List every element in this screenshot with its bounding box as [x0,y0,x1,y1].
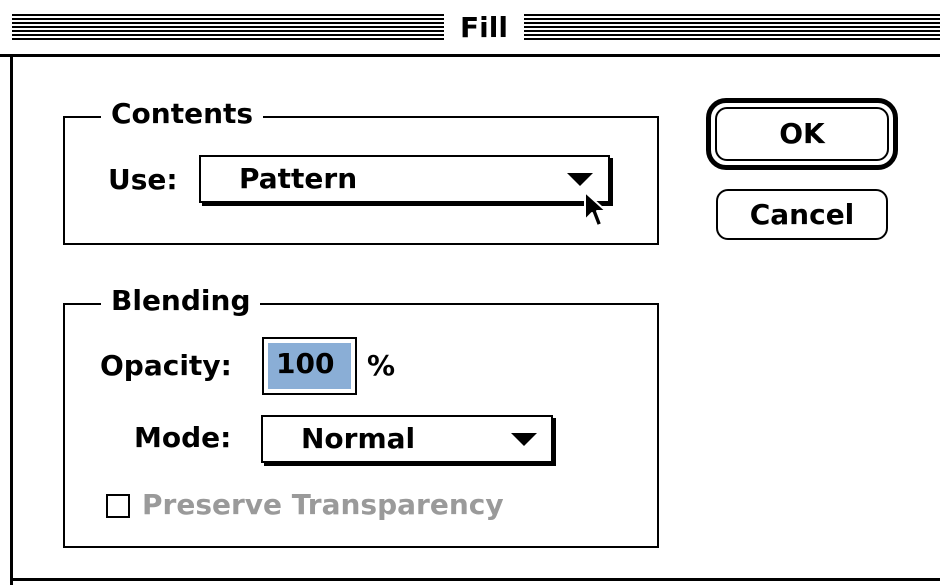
opacity-unit: % [367,349,396,382]
mode-popup[interactable]: Normal [261,415,553,463]
chevron-down-icon [511,433,537,446]
window-frame-bottom [10,578,940,581]
use-popup[interactable]: Pattern [199,155,610,203]
window-frame-left [10,57,13,585]
preserve-transparency-label: Preserve Transparency [142,488,504,521]
blending-group-title: Blending [101,284,261,318]
mode-label: Mode: [134,421,232,454]
cancel-button[interactable]: Cancel [716,189,888,240]
title-bar[interactable]: Fill [0,0,940,57]
window-title: Fill [444,10,524,46]
ok-button[interactable]: OK [715,107,889,161]
mouse-pointer-icon [584,191,607,227]
opacity-label: Opacity: [100,349,232,382]
title-bar-stripes-right [524,14,940,40]
opacity-value: 100 [268,343,351,389]
use-popup-value: Pattern [239,162,358,195]
mode-popup-value: Normal [301,422,416,455]
opacity-input[interactable]: 100 [262,337,357,395]
title-bar-stripes-left [12,14,444,40]
contents-group-title: Contents [101,97,264,131]
preserve-transparency-checkbox[interactable] [106,494,130,518]
use-label: Use: [108,163,178,196]
chevron-down-icon [567,173,593,186]
